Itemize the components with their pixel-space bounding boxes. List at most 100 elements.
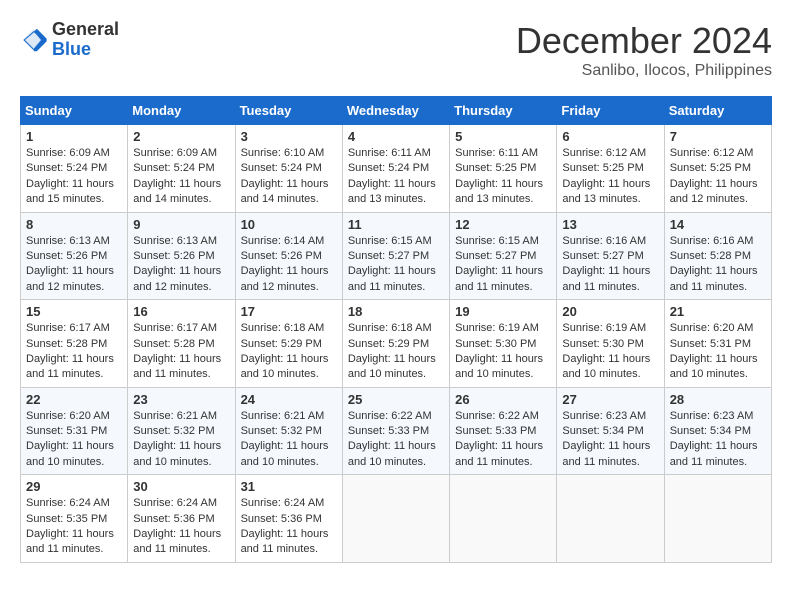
weekday-header-friday: Friday (557, 97, 664, 125)
day-number: 7 (670, 129, 766, 144)
calendar-cell: 3 Sunrise: 6:10 AMSunset: 5:24 PMDaylight… (235, 125, 342, 213)
title-block: December 2024 Sanlibo, Ilocos, Philippin… (516, 20, 772, 80)
calendar-cell: 18 Sunrise: 6:18 AMSunset: 5:29 PMDayligh… (342, 300, 449, 388)
day-number: 23 (133, 392, 229, 407)
day-info: Sunrise: 6:24 AMSunset: 5:36 PMDaylight:… (241, 496, 337, 558)
calendar-cell: 21 Sunrise: 6:20 AMSunset: 5:31 PMDayligh… (664, 300, 771, 388)
weekday-header-thursday: Thursday (450, 97, 557, 125)
day-number: 22 (26, 392, 122, 407)
day-number: 27 (562, 392, 658, 407)
location-subtitle: Sanlibo, Ilocos, Philippines (516, 62, 772, 80)
day-info: Sunrise: 6:11 AMSunset: 5:24 PMDaylight:… (348, 146, 444, 208)
day-info: Sunrise: 6:13 AMSunset: 5:26 PMDaylight:… (133, 234, 229, 296)
calendar-cell: 17 Sunrise: 6:18 AMSunset: 5:29 PMDayligh… (235, 300, 342, 388)
day-number: 11 (348, 217, 444, 232)
logo-blue-text: Blue (52, 39, 91, 59)
calendar-cell: 14 Sunrise: 6:16 AMSunset: 5:28 PMDayligh… (664, 212, 771, 300)
day-number: 21 (670, 304, 766, 319)
calendar-week-row: 29 Sunrise: 6:24 AMSunset: 5:35 PMDayligh… (21, 475, 772, 563)
calendar-cell: 31 Sunrise: 6:24 AMSunset: 5:36 PMDayligh… (235, 475, 342, 563)
day-info: Sunrise: 6:19 AMSunset: 5:30 PMDaylight:… (562, 321, 658, 383)
weekday-header-tuesday: Tuesday (235, 97, 342, 125)
day-info: Sunrise: 6:16 AMSunset: 5:28 PMDaylight:… (670, 234, 766, 296)
day-info: Sunrise: 6:20 AMSunset: 5:31 PMDaylight:… (670, 321, 766, 383)
calendar-cell: 7 Sunrise: 6:12 AMSunset: 5:25 PMDaylight… (664, 125, 771, 213)
day-info: Sunrise: 6:21 AMSunset: 5:32 PMDaylight:… (133, 409, 229, 471)
day-number: 19 (455, 304, 551, 319)
day-info: Sunrise: 6:19 AMSunset: 5:30 PMDaylight:… (455, 321, 551, 383)
calendar-cell: 9Sunrise: 6:13 AMSunset: 5:26 PMDaylight… (128, 212, 235, 300)
day-number: 8 (26, 217, 122, 232)
logo-icon (20, 26, 48, 54)
day-number: 2 (133, 129, 229, 144)
calendar-cell: 23 Sunrise: 6:21 AMSunset: 5:32 PMDayligh… (128, 387, 235, 475)
day-number: 18 (348, 304, 444, 319)
calendar-cell: 30 Sunrise: 6:24 AMSunset: 5:36 PMDayligh… (128, 475, 235, 563)
day-info: Sunrise: 6:23 AMSunset: 5:34 PMDaylight:… (670, 409, 766, 471)
day-info: Sunrise: 6:18 AMSunset: 5:29 PMDaylight:… (348, 321, 444, 383)
day-number: 6 (562, 129, 658, 144)
day-info: Sunrise: 6:20 AMSunset: 5:31 PMDaylight:… (26, 409, 122, 471)
day-number: 31 (241, 479, 337, 494)
day-info: Sunrise: 6:09 AMSunset: 5:24 PMDaylight:… (26, 146, 122, 208)
calendar-cell: 28 Sunrise: 6:23 AMSunset: 5:34 PMDayligh… (664, 387, 771, 475)
calendar-cell: 11Sunrise: 6:15 AMSunset: 5:27 PMDayligh… (342, 212, 449, 300)
day-number: 15 (26, 304, 122, 319)
weekday-header-sunday: Sunday (21, 97, 128, 125)
day-number: 28 (670, 392, 766, 407)
day-info: Sunrise: 6:21 AMSunset: 5:32 PMDaylight:… (241, 409, 337, 471)
day-number: 26 (455, 392, 551, 407)
calendar-cell: 26 Sunrise: 6:22 AMSunset: 5:33 PMDayligh… (450, 387, 557, 475)
calendar-cell: 13 Sunrise: 6:16 AMSunset: 5:27 PMDayligh… (557, 212, 664, 300)
day-number: 16 (133, 304, 229, 319)
day-info: Sunrise: 6:16 AMSunset: 5:27 PMDaylight:… (562, 234, 658, 296)
calendar-cell (557, 475, 664, 563)
day-info: Sunrise: 6:15 AMSunset: 5:27 PMDaylight:… (455, 234, 551, 296)
day-info: Sunrise: 6:12 AMSunset: 5:25 PMDaylight:… (562, 146, 658, 208)
day-info: Sunrise: 6:17 AMSunset: 5:28 PMDaylight:… (26, 321, 122, 383)
calendar-cell: 2 Sunrise: 6:09 AMSunset: 5:24 PMDaylight… (128, 125, 235, 213)
calendar-cell: 6 Sunrise: 6:12 AMSunset: 5:25 PMDaylight… (557, 125, 664, 213)
calendar-cell (664, 475, 771, 563)
day-number: 25 (348, 392, 444, 407)
calendar-week-row: 1 Sunrise: 6:09 AMSunset: 5:24 PMDaylight… (21, 125, 772, 213)
day-number: 4 (348, 129, 444, 144)
calendar-cell: 22 Sunrise: 6:20 AMSunset: 5:31 PMDayligh… (21, 387, 128, 475)
calendar-cell: 5Sunrise: 6:11 AMSunset: 5:25 PMDaylight… (450, 125, 557, 213)
day-info: Sunrise: 6:09 AMSunset: 5:24 PMDaylight:… (133, 146, 229, 208)
day-info: Sunrise: 6:22 AMSunset: 5:33 PMDaylight:… (455, 409, 551, 471)
calendar-week-row: 22 Sunrise: 6:20 AMSunset: 5:31 PMDayligh… (21, 387, 772, 475)
day-number: 17 (241, 304, 337, 319)
day-info: Sunrise: 6:12 AMSunset: 5:25 PMDaylight:… (670, 146, 766, 208)
day-info: Sunrise: 6:22 AMSunset: 5:33 PMDaylight:… (348, 409, 444, 471)
day-number: 1 (26, 129, 122, 144)
calendar-cell: 25 Sunrise: 6:22 AMSunset: 5:33 PMDayligh… (342, 387, 449, 475)
day-number: 14 (670, 217, 766, 232)
weekday-header-row: SundayMondayTuesdayWednesdayThursdayFrid… (21, 97, 772, 125)
calendar-week-row: 15 Sunrise: 6:17 AMSunset: 5:28 PMDayligh… (21, 300, 772, 388)
calendar-cell: 1 Sunrise: 6:09 AMSunset: 5:24 PMDaylight… (21, 125, 128, 213)
calendar-cell (342, 475, 449, 563)
day-number: 29 (26, 479, 122, 494)
day-number: 30 (133, 479, 229, 494)
calendar-cell: 20Sunrise: 6:19 AMSunset: 5:30 PMDayligh… (557, 300, 664, 388)
day-info: Sunrise: 6:10 AMSunset: 5:24 PMDaylight:… (241, 146, 337, 208)
day-number: 13 (562, 217, 658, 232)
day-info: Sunrise: 6:18 AMSunset: 5:29 PMDaylight:… (241, 321, 337, 383)
day-number: 24 (241, 392, 337, 407)
calendar-cell: 12Sunrise: 6:15 AMSunset: 5:27 PMDayligh… (450, 212, 557, 300)
day-info: Sunrise: 6:24 AMSunset: 5:35 PMDaylight:… (26, 496, 122, 558)
calendar-cell (450, 475, 557, 563)
calendar-cell: 4 Sunrise: 6:11 AMSunset: 5:24 PMDaylight… (342, 125, 449, 213)
page-header: General Blue December 2024 Sanlibo, Iloc… (20, 20, 772, 80)
day-number: 10 (241, 217, 337, 232)
day-number: 3 (241, 129, 337, 144)
day-info: Sunrise: 6:24 AMSunset: 5:36 PMDaylight:… (133, 496, 229, 558)
calendar-cell: 10Sunrise: 6:14 AMSunset: 5:26 PMDayligh… (235, 212, 342, 300)
calendar-cell: 8Sunrise: 6:13 AMSunset: 5:26 PMDaylight… (21, 212, 128, 300)
weekday-header-wednesday: Wednesday (342, 97, 449, 125)
month-year-title: December 2024 (516, 20, 772, 62)
day-info: Sunrise: 6:17 AMSunset: 5:28 PMDaylight:… (133, 321, 229, 383)
calendar-cell: 29 Sunrise: 6:24 AMSunset: 5:35 PMDayligh… (21, 475, 128, 563)
calendar-cell: 19 Sunrise: 6:19 AMSunset: 5:30 PMDayligh… (450, 300, 557, 388)
